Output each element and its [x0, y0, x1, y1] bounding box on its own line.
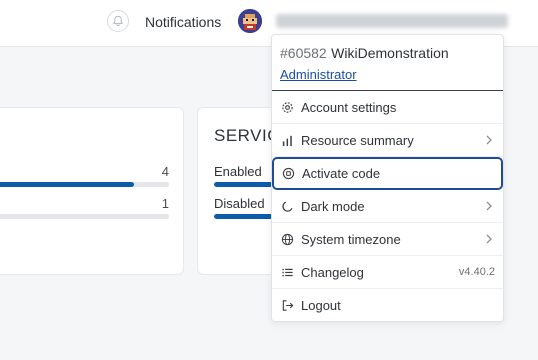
menu-item-label: Dark mode [301, 198, 365, 214]
menu-item-dark-mode[interactable]: Dark mode [272, 190, 503, 223]
account-name: WikiDemonstration [331, 45, 449, 61]
menu-item-label: Resource summary [301, 132, 414, 148]
row-count: 4 [161, 164, 169, 179]
menu-item-label: Activate code [302, 166, 381, 181]
role-link[interactable]: Administrator [280, 67, 357, 82]
user-avatar[interactable] [238, 9, 262, 33]
account-menu: #60582 WikiDemonstration Administrator A… [271, 34, 504, 322]
progress-track [0, 214, 169, 219]
globe-icon [280, 232, 294, 246]
disabled-label: Disabled [214, 196, 265, 211]
gear-icon [280, 100, 294, 114]
enabled-label: Enabled [214, 164, 262, 179]
bar-chart-icon [280, 133, 294, 147]
logout-icon [280, 299, 294, 313]
menu-item-changelog[interactable]: Changelog v4.40.2 [272, 256, 503, 289]
menu-item-account-settings[interactable]: Account settings [272, 91, 503, 124]
menu-item-resource-summary[interactable]: Resource summary [272, 124, 503, 157]
avatar-image [238, 9, 262, 33]
menu-item-label: Account settings [301, 99, 397, 115]
activate-code-icon [281, 167, 295, 181]
bell-icon [112, 15, 124, 27]
version-label: v4.40.2 [458, 266, 495, 278]
account-header: #60582 WikiDemonstration [280, 45, 449, 63]
chevron-right-icon [486, 201, 492, 211]
menu-item-label: Logout [301, 298, 341, 313]
menu-item-label: System timezone [301, 231, 401, 247]
account-id: #60582 [280, 45, 327, 61]
row-count: 1 [161, 196, 169, 211]
user-email-redacted[interactable] [276, 14, 508, 28]
progress-fill [0, 182, 135, 187]
menu-item-logout[interactable]: Logout [272, 289, 503, 322]
moon-icon [280, 199, 294, 213]
list-icon [280, 265, 294, 279]
progress-track [0, 182, 169, 187]
stats-card: 4 1 [0, 107, 184, 275]
chevron-right-icon [486, 234, 492, 244]
progress-fill [0, 214, 30, 219]
menu-item-label: Changelog [301, 264, 364, 280]
menu-item-activate-code[interactable]: Activate code [272, 157, 503, 190]
notifications-link[interactable]: Notifications [145, 14, 221, 30]
notifications-bell-icon[interactable] [107, 10, 129, 32]
menu-item-system-timezone[interactable]: System timezone [272, 223, 503, 256]
chevron-right-icon [486, 135, 492, 145]
